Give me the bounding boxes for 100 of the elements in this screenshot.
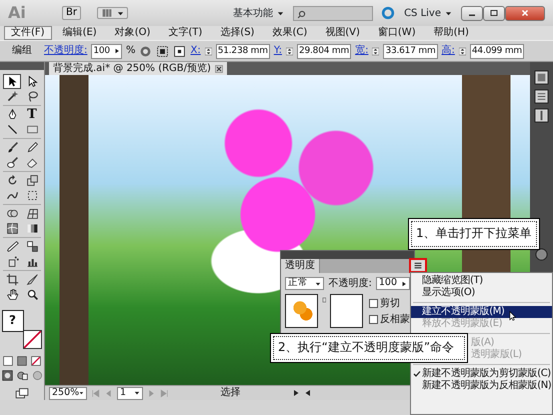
restore-button[interactable]	[483, 6, 505, 20]
checkbox[interactable]	[369, 299, 378, 308]
menu-item[interactable]: 隐藏缩览图(T)	[411, 275, 552, 287]
mesh-icon[interactable]	[6, 222, 18, 235]
spinner-icon[interactable]	[458, 44, 466, 58]
color-mode-icon[interactable]	[3, 356, 13, 366]
draw-normal-icon[interactable]	[2, 370, 12, 381]
menu-item[interactable]: 视图(V)	[318, 26, 367, 40]
menu-item[interactable]: 窗口(W)	[370, 26, 423, 40]
close-button[interactable]	[505, 6, 545, 20]
grid-icon[interactable]	[26, 206, 38, 220]
coordinate-field[interactable]: 51.238 mm	[216, 44, 270, 58]
mask-thumbnail[interactable]	[330, 294, 363, 328]
panel-menu-button[interactable]	[409, 258, 427, 273]
scale-icon[interactable]	[26, 174, 38, 187]
artboard-icon[interactable]	[6, 272, 18, 286]
close-icon	[521, 9, 529, 17]
caret-icon	[79, 390, 84, 396]
menu-item[interactable]: 文字(T)	[161, 26, 210, 40]
checkbox-label: 反相蒙	[380, 314, 410, 325]
draw-inside-icon[interactable]	[32, 370, 42, 381]
menu-icon	[413, 261, 423, 270]
zoom-icon[interactable]	[26, 288, 38, 301]
close-icon[interactable]	[214, 64, 223, 72]
caret-icon	[277, 10, 284, 16]
menu-item[interactable]: 显示选项(O)	[411, 287, 552, 299]
coordinate-label[interactable]: 高:	[442, 45, 455, 57]
circle-icon[interactable]	[534, 247, 549, 262]
reference-point-icon[interactable]	[173, 44, 186, 58]
panel-icon[interactable]	[534, 70, 549, 85]
none-mode-icon[interactable]	[31, 356, 41, 366]
menu-item[interactable]: 新建不透明蒙版为剪切蒙版(C)	[411, 368, 552, 380]
blend-mode-dropdown[interactable]: 正常	[285, 277, 324, 290]
menu-item[interactable]: 文件(F)	[4, 26, 52, 40]
align-icon[interactable]	[156, 44, 170, 58]
menu-item[interactable]: 效果(C)	[265, 26, 314, 40]
menu-item[interactable]: 对象(O)	[108, 26, 158, 40]
transform-icon[interactable]	[26, 188, 38, 202]
checkbox[interactable]	[369, 314, 378, 324]
knife-icon[interactable]	[26, 272, 38, 286]
coordinate-field[interactable]: 44.099 mm	[470, 44, 524, 58]
callout-text: 2、执行“建立不透明度蒙版”命令	[273, 336, 465, 360]
status-label: 选择	[220, 387, 242, 399]
workspace-switcher[interactable]: 基本功能	[232, 4, 286, 22]
triangle-icon	[114, 47, 120, 55]
gradient-icon[interactable]	[26, 222, 38, 235]
recolor-icon[interactable]	[139, 44, 152, 58]
bridge-button[interactable]: Br	[62, 6, 81, 20]
play-icon[interactable]	[292, 389, 300, 397]
opacity-label[interactable]: 不透明度:	[44, 45, 88, 57]
opacity-field[interactable]: 100	[376, 277, 410, 290]
layout-button[interactable]	[96, 7, 128, 19]
menu-item[interactable]: 建立不透明蒙版(M)	[411, 306, 552, 318]
wand-icon[interactable]	[6, 90, 18, 103]
brush-icon[interactable]	[6, 140, 18, 154]
hand-icon[interactable]	[6, 288, 18, 301]
zoom-dropdown[interactable]: 250%	[49, 386, 87, 400]
panel-icon[interactable]	[534, 108, 549, 123]
cs-live-icon	[381, 6, 396, 20]
restore-icon	[490, 9, 498, 17]
brush-icon[interactable]	[6, 156, 18, 169]
coordinate-label[interactable]: Y:	[274, 45, 282, 57]
pencil-icon[interactable]	[26, 140, 38, 154]
spinner-icon[interactable]	[286, 44, 293, 58]
search-field[interactable]	[293, 6, 374, 20]
spinner-icon[interactable]	[372, 44, 380, 58]
layout-icon	[100, 8, 113, 18]
menu-item[interactable]: 编辑(E)	[56, 26, 104, 40]
stroke-swatch[interactable]	[22, 330, 42, 349]
app-logo: Ai	[8, 4, 27, 22]
gradient-mode-icon[interactable]	[17, 356, 27, 366]
rotate-icon[interactable]	[6, 174, 18, 187]
lasso-icon[interactable]	[26, 90, 38, 103]
page-dropdown[interactable]: 1	[117, 386, 143, 400]
draw-behind-icon[interactable]	[16, 370, 28, 381]
caret-icon	[445, 10, 452, 16]
spinner-icon[interactable]	[204, 44, 212, 58]
cs-live-menu[interactable]: CS Live	[403, 4, 453, 22]
blend-icon[interactable]	[26, 240, 38, 253]
coordinate-label[interactable]: X:	[190, 45, 201, 57]
panel-tab[interactable]: 透明度	[281, 259, 320, 273]
scroll-left-icon[interactable]	[304, 389, 312, 397]
coordinate-field[interactable]: 33.617 mm	[383, 44, 438, 58]
panel-icon[interactable]	[534, 89, 549, 104]
minimize-button[interactable]	[461, 6, 483, 20]
artwork-thumbnail[interactable]	[285, 294, 318, 328]
caret-icon	[315, 280, 322, 286]
type-tool[interactable]: T	[27, 108, 37, 121]
coordinate-label[interactable]: 宽:	[355, 45, 368, 57]
document-tab[interactable]: 背景完成.ai* @ 250% (RGB/预览)	[49, 62, 227, 75]
screen-mode-icon[interactable]	[14, 386, 30, 400]
fill-swatch[interactable]: ?	[2, 310, 24, 332]
menu-item[interactable]: 选择(S)	[213, 26, 262, 40]
eyedropper-icon[interactable]	[6, 240, 18, 253]
coordinate-field[interactable]: 29.804 mm	[296, 44, 352, 58]
line-icon[interactable]	[6, 122, 18, 136]
menu-item[interactable]: 新建不透明蒙版为反相蒙版(N)	[411, 380, 552, 392]
opacity-field[interactable]: 100	[91, 44, 122, 58]
menu-item[interactable]: 帮助(H)	[426, 26, 476, 40]
cursor-icon	[508, 309, 518, 323]
